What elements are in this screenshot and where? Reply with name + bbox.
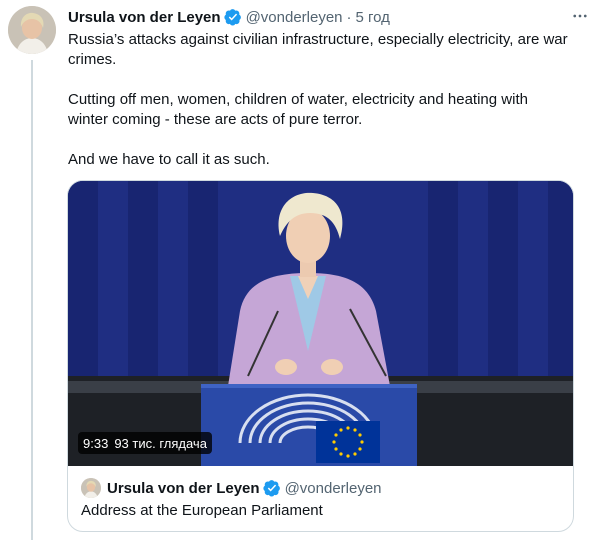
video-thumbnail [68,181,573,466]
quoted-tweet-header: Ursula von der Leyen @vonderleyen [107,477,382,499]
author-avatar-image [8,6,56,54]
verified-icon [262,479,281,497]
tweet-paragraph: Russia’s attacks against civilian infras… [68,31,568,68]
quoted-author-handle: @vonderleyen [284,479,382,497]
video-views: 93 тис. глядача [114,435,207,451]
quoted-tweet-card[interactable]: 9:33 93 тис. глядача Ursula von der Leye… [67,180,574,532]
author-avatar[interactable] [8,6,56,54]
quoted-author-avatar [81,478,101,498]
tweet-paragraph: And we have to call it as such. [68,151,270,168]
author-handle[interactable]: @vonderleyen [246,9,343,26]
author-name[interactable]: Ursula von der Leyen [68,9,221,26]
quoted-tweet-footer[interactable]: Ursula von der Leyen @vonderleyen Addres… [68,467,573,531]
quoted-tweet-text: Address at the European Parliament [81,502,323,519]
tweet-header: Ursula von der Leyen @vonderleyen · 5 го… [68,6,576,28]
thread-line [31,60,33,540]
video-duration: 9:33 [83,435,109,451]
separator-dot: · [346,8,352,26]
tweet-text: Russia’s attacks against civilian infras… [68,30,568,170]
video-badge: 9:33 93 тис. глядача [78,432,212,454]
tweet-paragraph: Cutting off men, women, children of wate… [68,91,528,128]
quoted-author-name: Ursula von der Leyen [107,479,260,497]
tweet-timestamp[interactable]: 5 год [356,9,390,26]
verified-icon [223,8,242,26]
more-icon[interactable] [570,6,590,26]
video-player[interactable]: 9:33 93 тис. глядача [68,181,573,466]
